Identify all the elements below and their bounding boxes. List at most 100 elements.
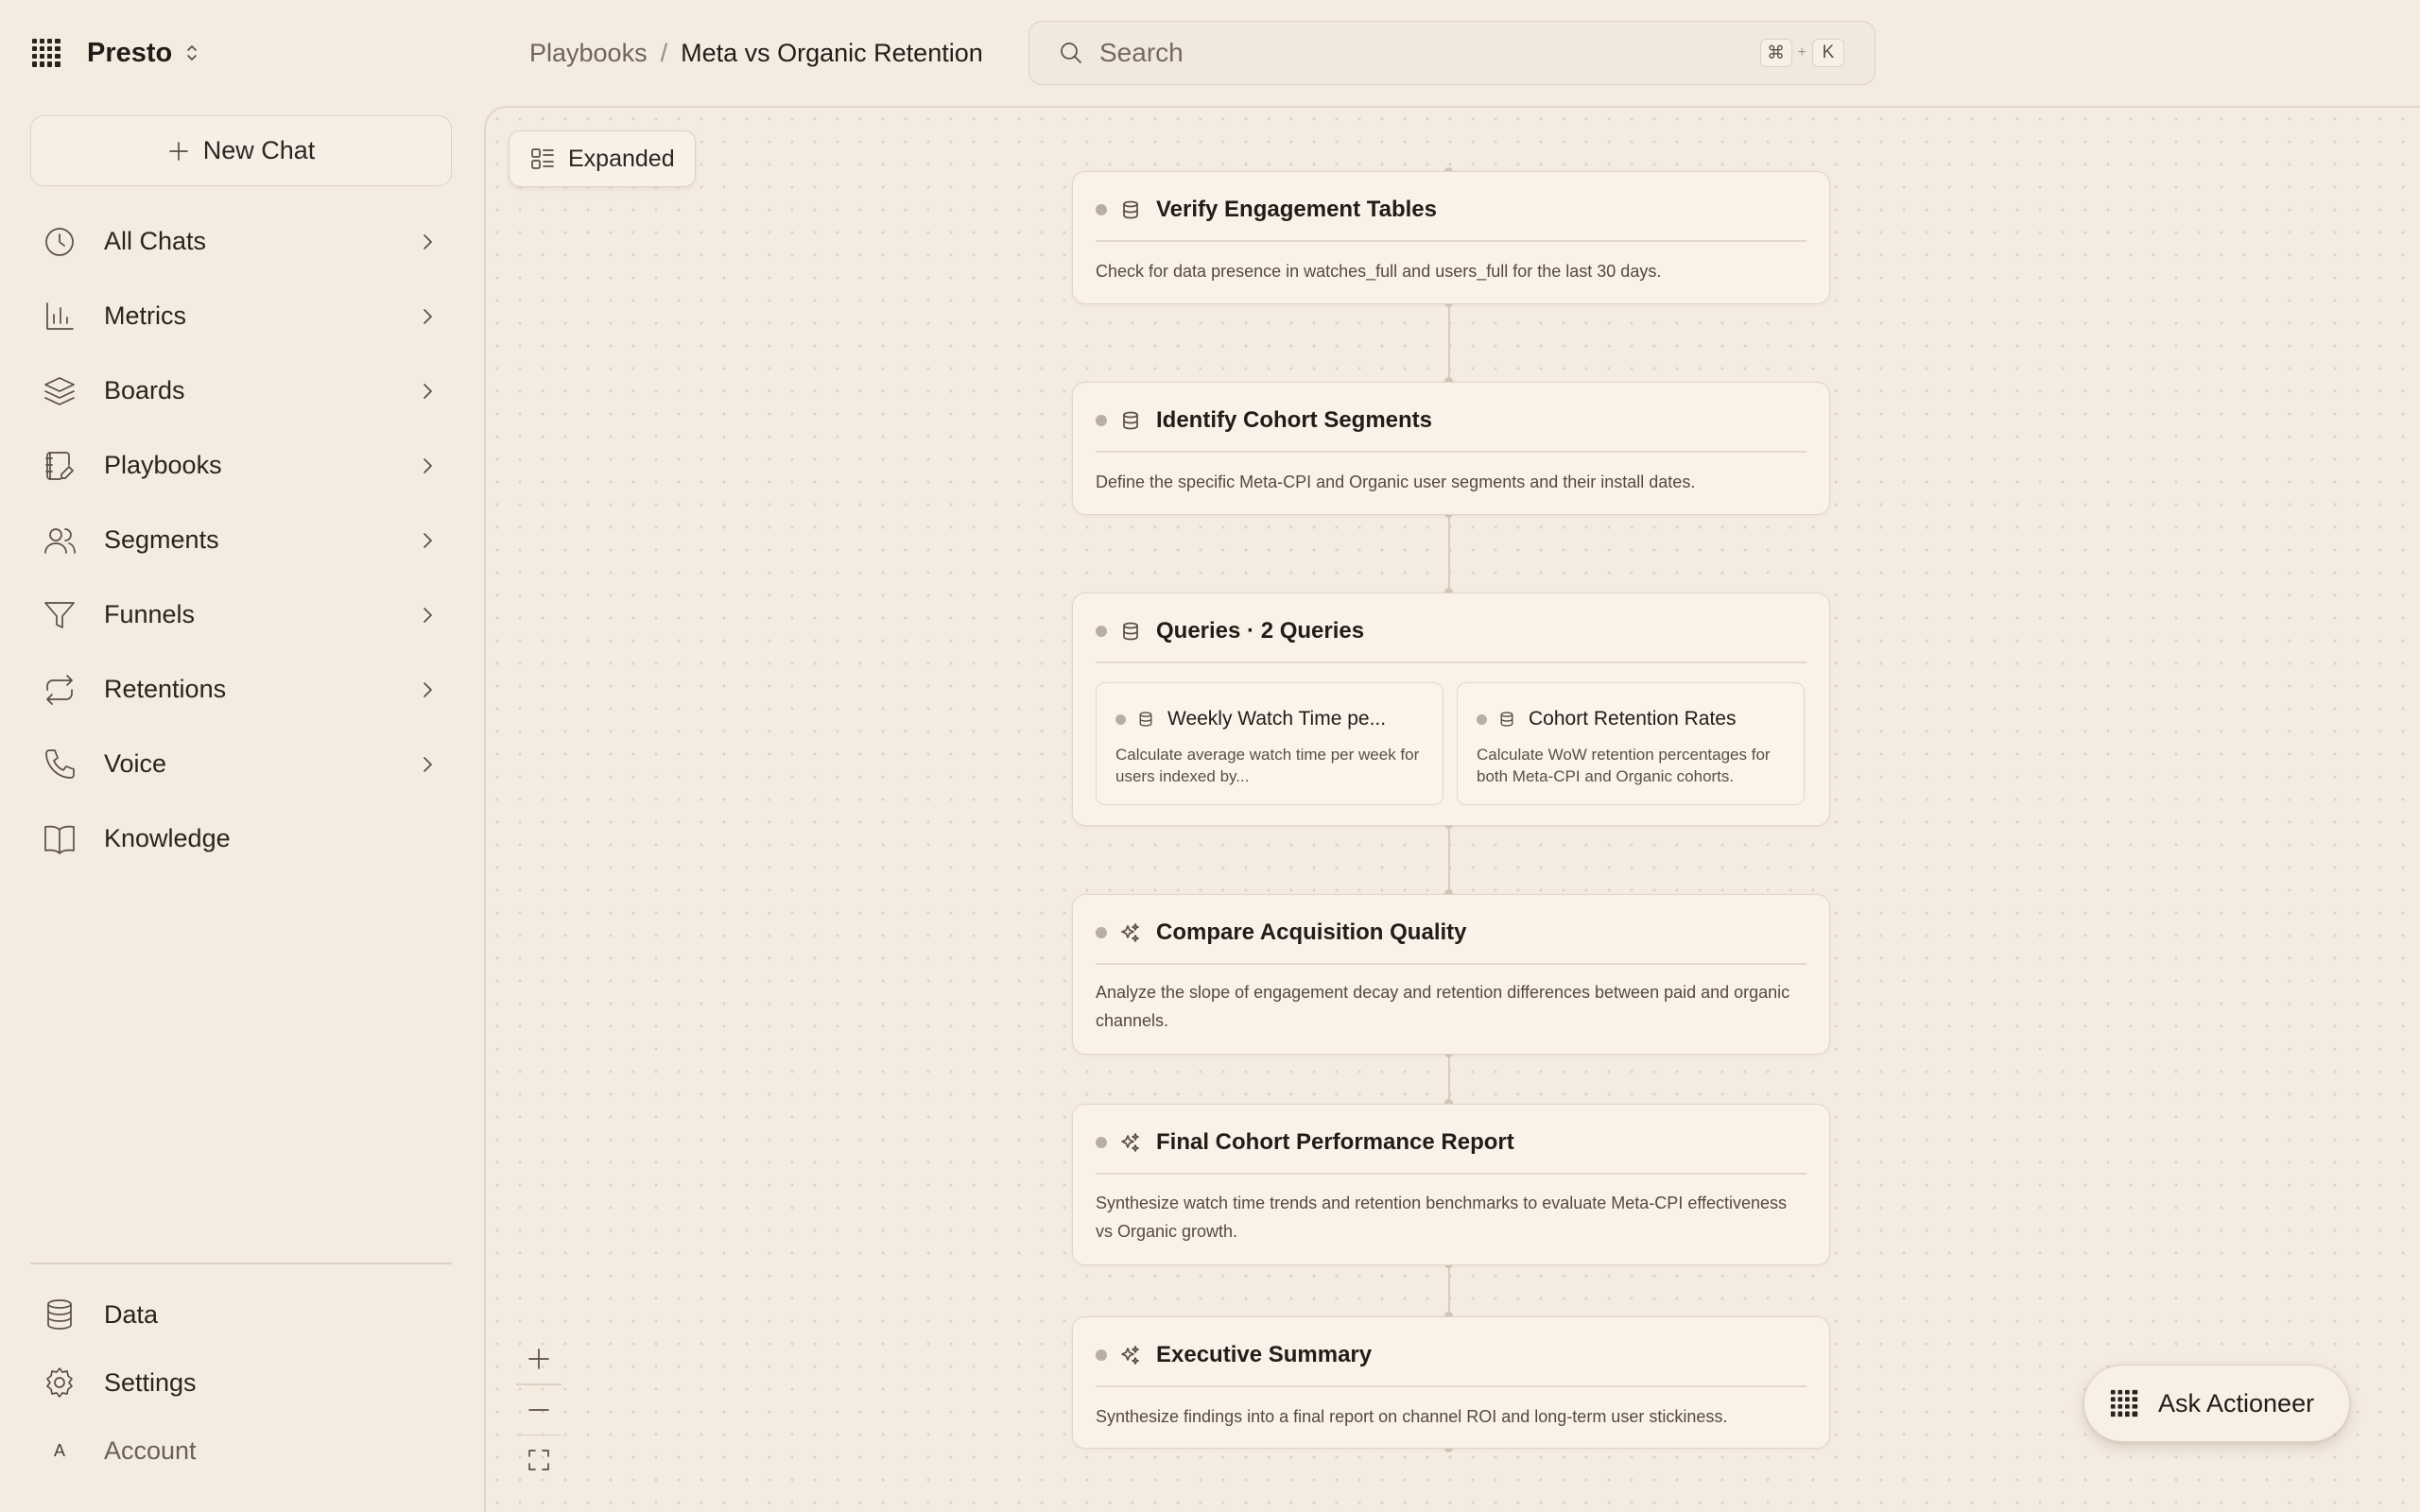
phone-icon [45, 748, 75, 779]
new-chat-button[interactable]: New Chat [30, 115, 452, 186]
sidebar-item-label: Knowledge [104, 824, 231, 852]
sidebar-item-account[interactable]: A Account [30, 1417, 452, 1485]
status-indicator [1096, 204, 1107, 215]
step-connector [1448, 304, 1450, 382]
step-connector [1448, 1265, 1450, 1316]
chevron-right-icon [424, 756, 432, 772]
sidebar-item-data[interactable]: Data [30, 1280, 452, 1349]
sidebar-item-metrics[interactable]: Metrics [30, 279, 452, 353]
card-divider [1096, 240, 1806, 242]
app-switcher[interactable]: Presto [30, 36, 200, 70]
zoom-in-button[interactable] [516, 1334, 562, 1383]
plus-icon [528, 1349, 549, 1369]
step-title: Queries · 2 Queries [1156, 618, 1365, 644]
status-indicator [1096, 927, 1107, 938]
step-card-final-cohort-performance-report[interactable]: Final Cohort Performance Report Synthesi… [1072, 1104, 1830, 1265]
step-title: Executive Summary [1156, 1342, 1373, 1367]
repeat-icon [46, 674, 73, 705]
sidebar-item-settings[interactable]: Settings [30, 1349, 452, 1417]
bar-chart-icon [46, 301, 74, 330]
search-input[interactable]: Search ⌘ + K [1028, 21, 1876, 85]
chevron-right-icon [424, 532, 432, 548]
step-card-queries-group[interactable]: Queries · 2 Queries Weekly Watch Time pe… [1072, 593, 1830, 826]
breadcrumb-link-playbooks[interactable]: Playbooks [529, 39, 648, 68]
database-icon [1123, 200, 1138, 219]
step-card-compare-acquisition-quality[interactable]: Compare Acquisition Quality Analyze the … [1072, 894, 1830, 1055]
step-title: Final Cohort Performance Report [1156, 1129, 1514, 1155]
status-indicator [1096, 1137, 1107, 1148]
query-card-weekly-watch-time[interactable]: Weekly Watch Time pe... Calculate averag… [1096, 682, 1443, 805]
database-icon [1123, 411, 1138, 430]
step-title: Identify Cohort Segments [1156, 407, 1433, 433]
sidebar-nav: All Chats Metrics Boards Playbooks Segme… [30, 204, 452, 876]
sidebar-item-label: Voice [104, 749, 167, 778]
query-description: Calculate WoW retention percentages for … [1477, 746, 1771, 785]
chevron-right-icon [424, 681, 432, 697]
app-name: Presto [87, 37, 173, 68]
card-divider [1096, 1173, 1806, 1175]
sidebar-item-voice[interactable]: Voice [30, 727, 452, 801]
sidebar-item-knowledge[interactable]: Knowledge [30, 801, 452, 876]
status-indicator [1477, 713, 1487, 725]
step-description: Analyze the slope of engagement decay an… [1096, 983, 1790, 1030]
shortcut-plus: + [1797, 44, 1806, 60]
query-title: Weekly Watch Time pe... [1167, 708, 1387, 730]
sidebar-bottom-nav: Data Settings A Account [30, 1280, 452, 1485]
sidebar-item-segments[interactable]: Segments [30, 503, 452, 577]
ask-actioneer-button[interactable]: Ask Actioneer [2083, 1365, 2350, 1442]
sidebar-item-funnels[interactable]: Funnels [30, 577, 452, 652]
keyboard-shortcut: ⌘ + K [1759, 39, 1844, 67]
plus-icon [168, 141, 188, 161]
clock-icon [45, 227, 74, 256]
zoom-out-button[interactable] [516, 1385, 562, 1435]
search-placeholder: Search [1099, 38, 1184, 67]
sidebar-item-boards[interactable]: Boards [30, 353, 452, 428]
step-card-identify-cohort-segments[interactable]: Identify Cohort Segments Define the spec… [1072, 382, 1830, 515]
query-card-cohort-retention-rates[interactable]: Cohort Retention Rates Calculate WoW ret… [1457, 682, 1805, 805]
new-chat-label: New Chat [202, 136, 316, 164]
sidebar-item-label: Playbooks [104, 451, 222, 479]
chevron-right-icon [424, 457, 432, 473]
fit-view-button[interactable] [516, 1435, 562, 1485]
step-description: Synthesize findings into a final report … [1096, 1407, 1728, 1426]
command-key: ⌘ [1759, 39, 1792, 67]
step-card-executive-summary[interactable]: Executive Summary Synthesize findings in… [1072, 1316, 1830, 1449]
sidebar-divider [30, 1263, 452, 1264]
chevron-right-icon [424, 308, 432, 324]
sidebar-item-label: Boards [104, 376, 185, 404]
notebook-icon [45, 451, 74, 480]
sparkles-icon [1121, 1133, 1139, 1152]
step-title: Verify Engagement Tables [1156, 197, 1437, 222]
sidebar-item-retentions[interactable]: Retentions [30, 652, 452, 727]
chevron-right-icon [424, 607, 432, 623]
k-key: K [1812, 39, 1844, 67]
database-icon [1123, 622, 1138, 641]
actioneer-logo-icon [2110, 1389, 2138, 1418]
status-indicator [1115, 713, 1126, 725]
card-divider [1096, 1385, 1806, 1387]
view-mode-toggle[interactable]: Expanded [509, 130, 696, 187]
avatar: A [53, 1440, 65, 1460]
status-indicator [1096, 415, 1107, 426]
card-divider [1096, 963, 1806, 965]
status-indicator [1096, 1349, 1107, 1361]
fullscreen-icon [528, 1450, 549, 1470]
users-icon [44, 527, 76, 554]
presto-logo-icon [32, 39, 60, 67]
sidebar-item-all-chats[interactable]: All Chats [30, 204, 452, 279]
view-mode-label: Expanded [568, 145, 675, 172]
sidebar-item-label: Data [104, 1299, 159, 1329]
sidebar-item-playbooks[interactable]: Playbooks [30, 428, 452, 503]
database-icon [1500, 712, 1513, 727]
funnel-icon [44, 601, 75, 628]
list-view-icon [531, 148, 554, 169]
minus-icon [528, 1408, 549, 1411]
breadcrumb: Playbooks / Meta vs Organic Retention [529, 32, 983, 74]
step-description: Define the specific Meta-CPI and Organic… [1096, 472, 1696, 491]
sidebar-item-label: Funnels [104, 600, 196, 628]
card-divider [1096, 451, 1806, 453]
database-icon [47, 1299, 72, 1330]
page-title: Meta vs Organic Retention [681, 38, 983, 67]
step-card-verify-engagement-tables[interactable]: Verify Engagement Tables Check for data … [1072, 171, 1830, 304]
sidebar-item-label: Metrics [104, 301, 186, 330]
